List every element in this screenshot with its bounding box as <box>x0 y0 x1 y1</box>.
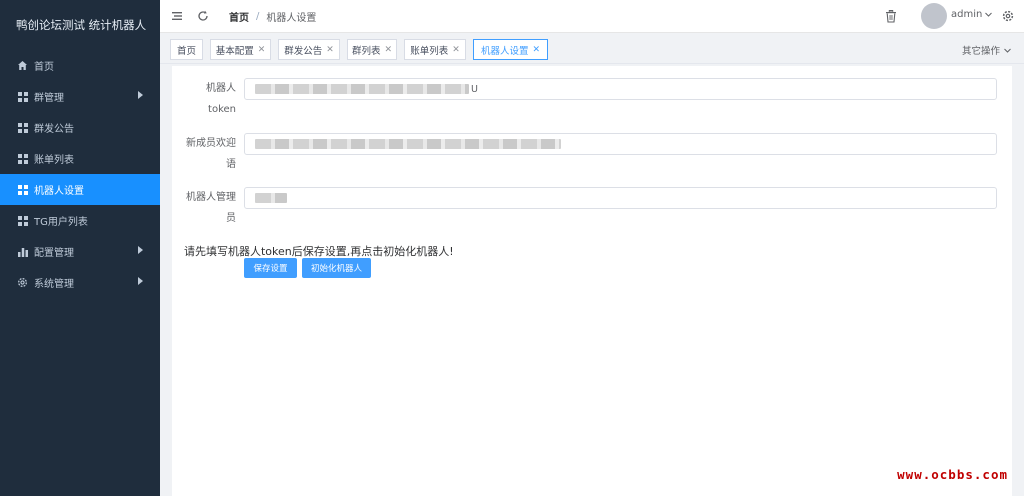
token-label-line1: 机器人 <box>206 83 236 94</box>
settings-gear-icon[interactable] <box>1001 9 1015 23</box>
sidebar-item-label: TG用户列表 <box>34 217 88 228</box>
breadcrumb: 首页 / 机器人设置 <box>229 9 316 24</box>
sidebar-item-home[interactable]: 首页 <box>0 50 160 81</box>
close-icon[interactable]: ✕ <box>384 45 392 55</box>
bot-admin-input[interactable] <box>244 187 997 209</box>
home-icon <box>17 60 28 71</box>
welcome-label-line2: 语 <box>226 159 236 170</box>
sidebar-item-group-manage[interactable]: 群管理 <box>0 81 160 112</box>
refresh-icon[interactable] <box>196 9 210 23</box>
redacted-welcome <box>255 139 561 149</box>
other-ops-label: 其它操作 <box>961 46 1000 57</box>
close-icon[interactable]: ✕ <box>452 45 460 55</box>
avatar[interactable] <box>921 3 947 29</box>
grid-icon <box>17 153 28 164</box>
sidebar-item-config[interactable]: 配置管理 <box>0 236 160 267</box>
admin-label-line2: 员 <box>226 213 236 224</box>
breadcrumb-separator: / <box>256 11 260 22</box>
chevron-down-icon <box>1004 48 1011 53</box>
close-icon[interactable]: ✕ <box>258 45 266 55</box>
tab-label: 账单列表 <box>410 45 449 57</box>
gear-icon <box>17 277 28 288</box>
sidebar-item-label: 群发公告 <box>34 124 74 135</box>
tab-home[interactable]: 首页 <box>170 39 203 60</box>
sidebar-item-bot-settings[interactable]: 机器人设置 <box>0 174 160 205</box>
sidebar-item-tg-users[interactable]: TG用户列表 <box>0 205 160 236</box>
caret-right-icon <box>138 246 143 254</box>
caret-right-icon <box>138 277 143 285</box>
app-brand: 鸭创论坛测试 统计机器人 <box>16 18 147 32</box>
bar-chart-icon <box>17 246 28 257</box>
grid-icon <box>17 184 28 195</box>
watermark: www.ocbbs.com <box>897 467 1008 482</box>
top-navbar: 首页 / 机器人设置 admin <box>160 0 1024 32</box>
sidebar-item-label: 系统管理 <box>34 279 74 290</box>
admin-label: 机器人管理 员 <box>172 187 236 229</box>
username: admin <box>951 9 983 20</box>
admin-label-line1: 机器人管理 <box>186 192 236 203</box>
tab-label: 群列表 <box>351 45 381 57</box>
tab-group-list[interactable]: 群列表 ✕ <box>347 39 397 60</box>
redacted-token <box>255 84 469 94</box>
welcome-label-line1: 新成员欢迎 <box>186 138 236 149</box>
sidebar-menu: 首页 群管理 群发公告 账单列表 机器人设置 TG用户列表 配置管理 系统管理 <box>0 50 160 298</box>
bot-settings-card: 机器人 token U 新成员欢迎 语 机器人管理 员 请先填写机器人token… <box>172 66 1012 496</box>
init-bot-button[interactable]: 初始化机器人 <box>302 258 371 278</box>
sidebar-item-label: 群管理 <box>34 93 64 104</box>
save-settings-button[interactable]: 保存设置 <box>244 258 297 278</box>
grid-icon <box>17 122 28 133</box>
sidebar-item-system[interactable]: 系统管理 <box>0 267 160 298</box>
trash-icon[interactable] <box>884 9 898 23</box>
sidebar-item-broadcast[interactable]: 群发公告 <box>0 112 160 143</box>
token-suffix: U <box>471 83 478 95</box>
other-operations-dropdown[interactable]: 其它操作 <box>962 43 1012 57</box>
grid-icon <box>17 215 28 226</box>
breadcrumb-current: 机器人设置 <box>266 13 317 24</box>
caret-right-icon <box>138 91 143 99</box>
grid-icon <box>17 91 28 102</box>
welcome-message-input[interactable] <box>244 133 997 155</box>
hamburger-icon[interactable] <box>170 9 184 23</box>
user-menu[interactable]: admin <box>951 9 993 20</box>
tab-broadcast[interactable]: 群发公告 ✕ <box>278 39 340 60</box>
sidebar-item-label: 首页 <box>34 62 54 73</box>
tags-view-bar: 首页 基本配置 ✕ 群发公告 ✕ 群列表 ✕ 账单列表 ✕ 机器人设置 ✕ 其它… <box>160 32 1024 64</box>
tab-label: 机器人设置 <box>480 45 529 57</box>
sidebar-item-label: 账单列表 <box>34 155 74 166</box>
chevron-down-icon <box>985 12 993 17</box>
sidebar-item-bills[interactable]: 账单列表 <box>0 143 160 174</box>
token-input[interactable]: U <box>244 78 997 100</box>
sidebar-item-label: 机器人设置 <box>34 186 84 197</box>
instruction-text: 请先填写机器人token后保存设置,再点击初始化机器人! <box>184 245 454 258</box>
close-icon[interactable]: ✕ <box>532 45 540 55</box>
tab-label: 首页 <box>176 45 196 57</box>
tab-bot-settings[interactable]: 机器人设置 ✕ <box>473 39 548 60</box>
tab-label: 群发公告 <box>284 45 323 57</box>
tab-basic-config[interactable]: 基本配置 ✕ <box>210 39 271 60</box>
sidebar: 鸭创论坛测试 统计机器人 首页 群管理 群发公告 账单列表 机器人设置 TG用户… <box>0 0 160 496</box>
tab-bills[interactable]: 账单列表 ✕ <box>404 39 466 60</box>
sidebar-item-label: 配置管理 <box>34 248 74 259</box>
welcome-label: 新成员欢迎 语 <box>172 133 236 175</box>
redacted-admin <box>255 193 287 203</box>
token-label: 机器人 token <box>172 78 236 120</box>
token-label-line2: token <box>208 104 236 115</box>
breadcrumb-home[interactable]: 首页 <box>229 9 249 24</box>
close-icon[interactable]: ✕ <box>326 45 334 55</box>
tab-label: 基本配置 <box>215 45 254 57</box>
